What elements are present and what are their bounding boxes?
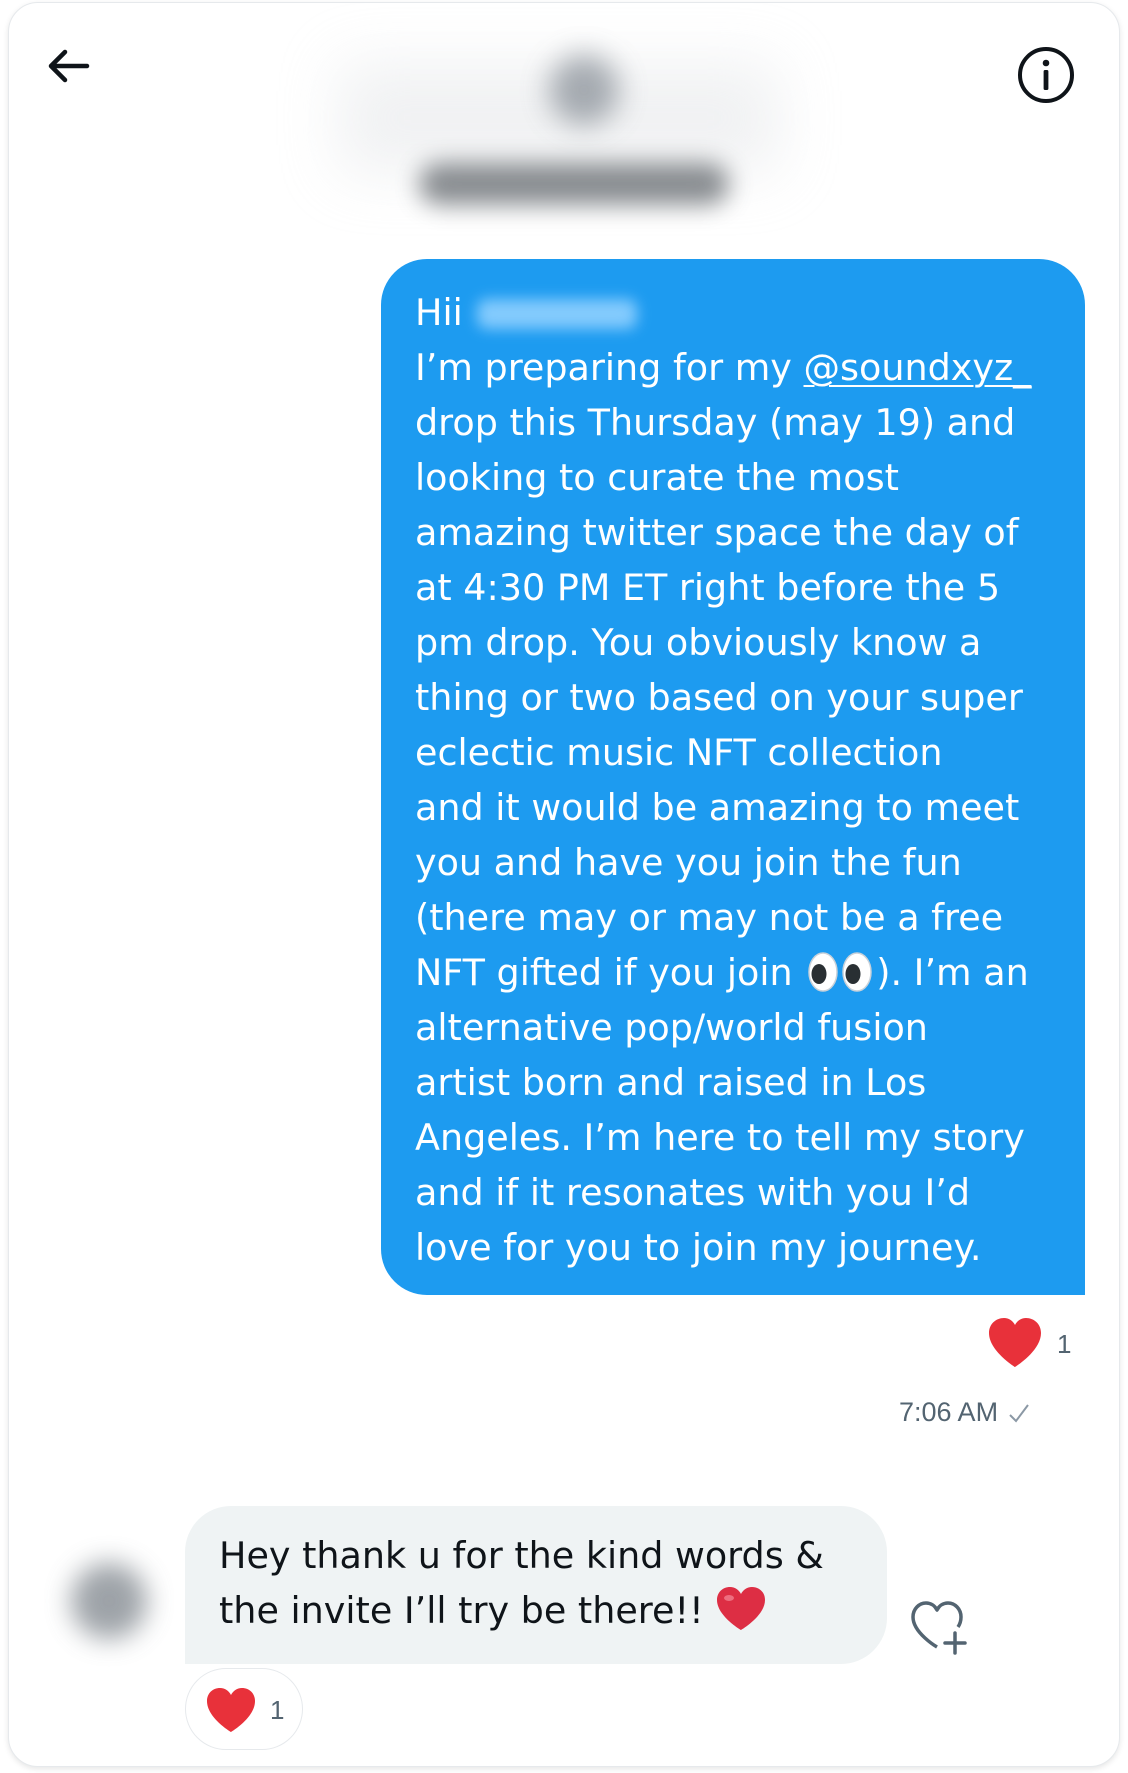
- timestamp-text: 7:06 AM: [899, 1397, 999, 1427]
- message-line: drop this Thursday (may 19) and: [415, 401, 1016, 444]
- received-message-reaction[interactable]: 1: [185, 1668, 303, 1750]
- redacted-sender-avatar[interactable]: [71, 1563, 147, 1639]
- message-line: eclectic music NFT collection: [415, 731, 943, 774]
- message-line: Hey thank u for the kind words &: [219, 1534, 824, 1577]
- message-line: looking to curate the most: [415, 456, 899, 499]
- message-line: artist born and raised in Los: [415, 1061, 927, 1104]
- heart-icon: [989, 1318, 1041, 1367]
- message-line: I’m preparing for my: [415, 346, 804, 389]
- redacted-contact-avatar: [549, 55, 619, 125]
- message-timestamp: 7:06 AM: [899, 1397, 1030, 1428]
- message-line: ). I’m an: [876, 951, 1029, 994]
- add-reaction-button[interactable]: [907, 1593, 979, 1659]
- message-line: and it would be amazing to meet: [415, 786, 1020, 829]
- message-line: alternative pop/world fusion: [415, 1006, 928, 1049]
- message-line: Hii: [415, 291, 463, 334]
- dm-conversation-window: Hii I’m preparing for my @soundxyz_ drop…: [8, 2, 1120, 1767]
- message-line: Angeles. I’m here to tell my story: [415, 1116, 1025, 1159]
- received-message-bubble[interactable]: Hey thank u for the kind words & the inv…: [185, 1506, 887, 1664]
- message-line: at 4:30 PM ET right before the 5: [415, 566, 1001, 609]
- info-circle-icon: [1018, 47, 1074, 103]
- message-line: love for you to join my journey.: [415, 1226, 982, 1269]
- message-line: and if it resonates with you I’d: [415, 1171, 971, 1214]
- message-line: you and have you join the fun: [415, 841, 962, 884]
- heart-icon: [207, 1688, 255, 1732]
- add-reaction-icon: [911, 1601, 967, 1655]
- check-icon: [1009, 1403, 1029, 1423]
- sent-message-bubble[interactable]: Hii I’m preparing for my @soundxyz_ drop…: [381, 259, 1085, 1295]
- message-line: amazing twitter space the day of: [415, 511, 1019, 554]
- mention-link[interactable]: @soundxyz_: [804, 346, 1032, 389]
- back-button[interactable]: [43, 43, 103, 103]
- arrow-left-icon: [48, 49, 90, 83]
- received-message-text: Hey thank u for the kind words & the inv…: [219, 1528, 867, 1638]
- message-line: the invite I’ll try be there!!: [219, 1589, 704, 1632]
- message-line: thing or two based on your super: [415, 676, 1023, 719]
- reaction-count: 1: [1057, 1329, 1072, 1359]
- reaction-count: 1: [270, 1695, 285, 1725]
- message-line: pm drop. You obviously know a: [415, 621, 982, 664]
- sent-message-text: Hii I’m preparing for my @soundxyz_ drop…: [415, 285, 1065, 1275]
- conversation-info-button[interactable]: [1015, 44, 1077, 106]
- message-line: (there may or may not be a free: [415, 896, 1004, 939]
- sent-message-reaction[interactable]: 1: [985, 1315, 1085, 1375]
- redacted-name: [476, 299, 637, 329]
- message-line: NFT gifted if you join: [415, 951, 805, 994]
- redacted-contact-handle: [419, 163, 729, 205]
- heart-emoji-icon: [716, 1587, 765, 1630]
- eyes-emoji-icon: [808, 952, 872, 992]
